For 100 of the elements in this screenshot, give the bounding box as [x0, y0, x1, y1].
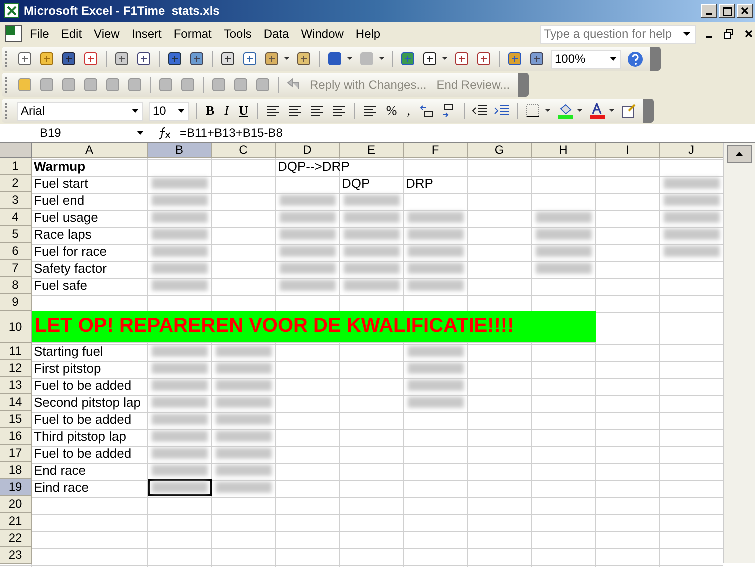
cell-text: Fuel start: [33, 176, 88, 191]
row-header[interactable]: 1: [0, 158, 32, 175]
row-header[interactable]: 23: [0, 547, 32, 564]
row-header[interactable]: 8: [0, 277, 32, 294]
caret-icon: [178, 109, 185, 113]
increase-decimal-icon[interactable]: [418, 103, 434, 119]
text-style-button[interactable]: I: [220, 101, 234, 121]
row-header[interactable]: 11: [0, 343, 32, 360]
row-header[interactable]: 22: [0, 530, 32, 547]
cell-text: End race: [33, 463, 86, 478]
column-header[interactable]: C: [212, 143, 276, 158]
row-header[interactable]: 18: [0, 462, 32, 479]
caret-icon[interactable]: [576, 109, 582, 113]
font-size-dropdown[interactable]: 10: [149, 102, 189, 120]
cell-text: Starting fuel: [33, 344, 104, 359]
menu-item[interactable]: Format: [168, 27, 218, 41]
formula-field[interactable]: =B11+B13+B15-B8: [176, 126, 755, 140]
text-style-button[interactable]: U: [234, 101, 254, 121]
caret-icon: [137, 131, 144, 135]
row-header[interactable]: 5: [0, 226, 32, 243]
toolbar-options-icon[interactable]: [642, 99, 654, 123]
caret-icon[interactable]: [284, 57, 290, 61]
row-header[interactable]: 4: [0, 209, 32, 226]
row-header[interactable]: 7: [0, 260, 32, 277]
caret-icon[interactable]: [379, 57, 385, 61]
name-box[interactable]: B19: [0, 125, 150, 141]
borders-icon[interactable]: [524, 103, 540, 119]
caret-icon[interactable]: [442, 57, 448, 61]
cell-text: Fuel to be added: [33, 446, 132, 461]
caret-icon[interactable]: [608, 109, 614, 113]
cell-text: Fuel to be added: [33, 378, 132, 393]
menu-item[interactable]: View: [88, 27, 126, 41]
column-header[interactable]: D: [276, 143, 340, 158]
help-icon[interactable]: [627, 50, 644, 68]
font-dropdown[interactable]: Arial: [17, 102, 143, 120]
vertical-scrollbar[interactable]: [723, 143, 755, 563]
decrease-decimal-icon[interactable]: [440, 103, 456, 119]
cell-text: DQP: [341, 176, 370, 191]
menu-item[interactable]: Tools: [218, 27, 258, 41]
row-header[interactable]: 12: [0, 360, 32, 377]
fill-color-icon[interactable]: [556, 103, 572, 119]
minimize-button[interactable]: [701, 4, 717, 18]
toolbar-options-icon[interactable]: [518, 73, 530, 97]
close-button[interactable]: [737, 4, 753, 18]
caret-icon: [736, 152, 744, 156]
caret-icon[interactable]: [544, 109, 550, 113]
column-header[interactable]: B: [148, 143, 212, 158]
scroll-up-button[interactable]: [727, 145, 752, 163]
row-header[interactable]: 15: [0, 411, 32, 428]
row-header[interactable]: 16: [0, 428, 32, 445]
column-header[interactable]: I: [596, 143, 660, 158]
cell-text: DQP-->DRP: [277, 159, 350, 174]
menu-item[interactable]: Data: [258, 27, 296, 41]
cell-text: Third pitstop lap: [33, 429, 126, 444]
row-header[interactable]: 20: [0, 496, 32, 513]
row-header[interactable]: 10: [0, 311, 32, 343]
column-header[interactable]: G: [468, 143, 532, 158]
font-color-icon[interactable]: [588, 103, 604, 119]
cell-text: First pitstop: [33, 361, 102, 376]
cell-text: Fuel end: [33, 193, 85, 208]
row-header[interactable]: 2: [0, 175, 32, 192]
cell-text: Safety factor: [33, 261, 107, 276]
spreadsheet-icon: [4, 25, 24, 43]
cell-text: Fuel to be added: [33, 412, 132, 427]
caret-icon[interactable]: [347, 57, 353, 61]
maximize-button[interactable]: [719, 4, 735, 18]
menu-item[interactable]: File: [24, 27, 56, 41]
warning-banner: LET OP! REPAREREN VOOR DE KWALIFICATIE!!!!: [32, 311, 596, 343]
restore-icon[interactable]: [724, 29, 734, 39]
function-icon[interactable]: [156, 126, 172, 140]
comma-style-button[interactable]: ,: [402, 101, 416, 121]
zoom-dropdown[interactable]: 100%: [551, 50, 621, 68]
text-style-button[interactable]: B: [201, 101, 220, 121]
close-icon: [741, 7, 749, 15]
column-header[interactable]: A: [32, 143, 148, 158]
column-header[interactable]: E: [340, 143, 404, 158]
row-header[interactable]: 21: [0, 513, 32, 530]
column-header[interactable]: F: [404, 143, 468, 158]
maximize-icon: [722, 6, 732, 16]
menu-item[interactable]: Window: [295, 27, 350, 41]
options-icon[interactable]: [620, 103, 636, 119]
menu-item[interactable]: Insert: [126, 27, 168, 41]
row-header[interactable]: 6: [0, 243, 32, 260]
menu-item[interactable]: Edit: [55, 27, 88, 41]
column-header[interactable]: J: [660, 143, 724, 158]
row-header[interactable]: 19: [0, 479, 32, 496]
cell-text: DRP: [405, 176, 434, 191]
spreadsheet-icon: [4, 3, 20, 19]
percent-style-button[interactable]: %: [381, 101, 402, 121]
row-header[interactable]: 3: [0, 192, 32, 209]
column-header[interactable]: H: [532, 143, 596, 158]
row-header[interactable]: 9: [0, 294, 32, 311]
caret-icon: [683, 32, 691, 36]
row-header[interactable]: 17: [0, 445, 32, 462]
help-search-field[interactable]: Type a question for help: [540, 24, 696, 44]
row-header[interactable]: 13: [0, 377, 32, 394]
row-header[interactable]: 14: [0, 394, 32, 411]
cell-text: Second pitstop lap: [33, 395, 141, 410]
close-icon[interactable]: [745, 30, 753, 38]
menu-item[interactable]: Help: [350, 27, 387, 41]
